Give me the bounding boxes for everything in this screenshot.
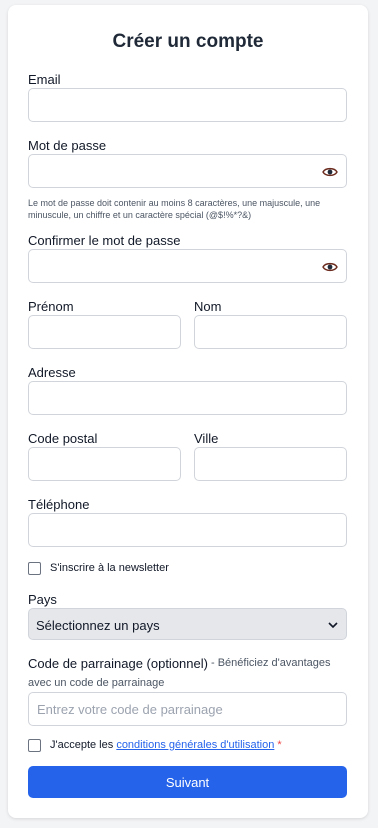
city-field-box [194, 447, 347, 481]
address-label: Adresse [28, 365, 76, 380]
email-field-box [28, 88, 347, 122]
postal-code-label: Code postal [28, 431, 98, 446]
email-label: Email [28, 72, 61, 87]
password-field[interactable] [29, 155, 346, 187]
address-field-box [28, 381, 347, 415]
eye-icon[interactable] [322, 260, 338, 274]
terms-link[interactable]: conditions générales d'utilisation [116, 739, 274, 751]
firstname-field[interactable] [29, 316, 180, 348]
terms-checkbox[interactable] [28, 739, 41, 752]
referral-description-continued: avec un code de parrainage [28, 677, 165, 689]
terms-prefix: J'accepte les [50, 739, 117, 751]
city-field[interactable] [195, 448, 346, 480]
confirm-password-label: Confirmer le mot de passe [28, 233, 181, 248]
newsletter-label: S'inscrire à la newsletter [50, 562, 169, 574]
confirm-password-field[interactable] [29, 250, 346, 282]
page-title: Créer un compte [112, 31, 264, 52]
lastname-label: Nom [194, 299, 222, 314]
email-field[interactable] [29, 89, 346, 121]
eye-icon[interactable] [322, 165, 338, 179]
firstname-field-box [28, 315, 181, 349]
country-select-value: Sélectionnez un pays [36, 618, 160, 633]
country-select[interactable]: Sélectionnez un pays [28, 608, 347, 640]
referral-description: - Bénéficiez d'avantages [211, 657, 331, 669]
phone-label: Téléphone [28, 497, 90, 512]
postal-code-field[interactable] [29, 448, 180, 480]
password-label: Mot de passe [28, 138, 107, 153]
signup-card: Créer un compte Email Mot de passe Le mo… [8, 5, 368, 818]
country-label: Pays [28, 592, 57, 607]
referral-code-field[interactable] [29, 693, 346, 725]
confirm-password-field-box [28, 249, 347, 283]
referral-field-box [28, 692, 347, 726]
address-field[interactable] [29, 382, 346, 414]
required-asterisk: * [274, 739, 282, 751]
password-hint: Le mot de passe doit contenir au moins 8… [28, 198, 321, 220]
city-label: Ville [194, 431, 219, 446]
lastname-field-box [194, 315, 347, 349]
next-button[interactable]: Suivant [28, 766, 347, 798]
firstname-label: Prénom [28, 299, 74, 314]
lastname-field[interactable] [195, 316, 346, 348]
terms-label: J'accepte les conditions générales d'uti… [50, 739, 282, 751]
password-field-box [28, 154, 347, 188]
newsletter-checkbox[interactable] [28, 562, 41, 575]
phone-field-box [28, 513, 347, 547]
chevron-down-icon [328, 622, 338, 629]
referral-label: Code de parrainage (optionnel) [28, 656, 208, 671]
postal-code-field-box [28, 447, 181, 481]
phone-field[interactable] [29, 514, 346, 546]
